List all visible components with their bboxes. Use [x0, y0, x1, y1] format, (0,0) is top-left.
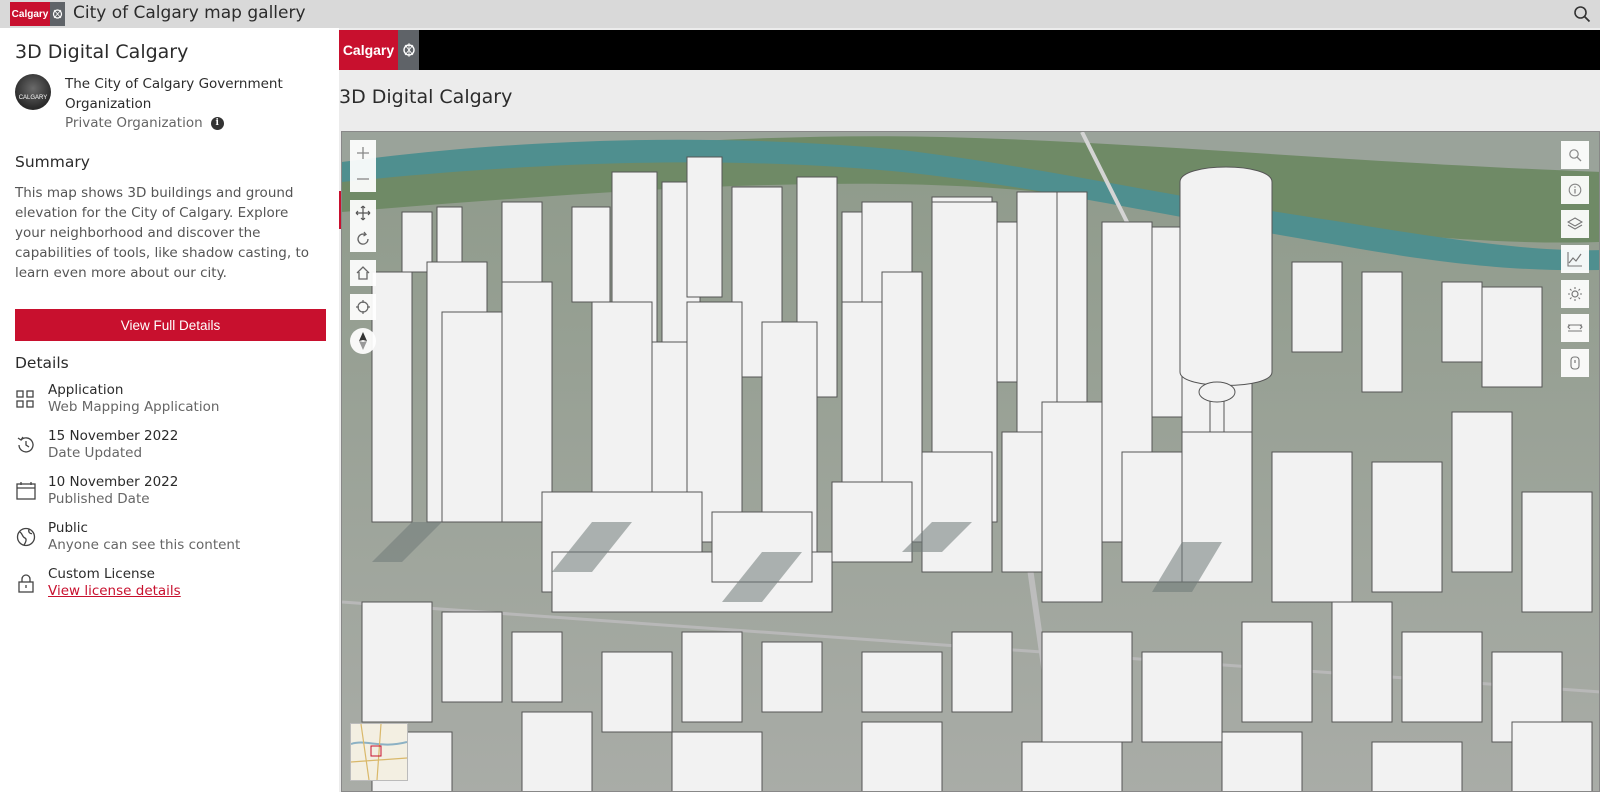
- search-icon[interactable]: [1573, 5, 1591, 23]
- owner-avatar[interactable]: CALGARY: [15, 74, 51, 110]
- zoom-in-icon[interactable]: [350, 140, 376, 166]
- slice-icon[interactable]: [1561, 349, 1589, 377]
- calgary-logo[interactable]: Calgary: [10, 2, 50, 26]
- elevation-profile-icon[interactable]: [1561, 245, 1589, 273]
- minimap-graphic: [350, 723, 408, 781]
- owner-type: Private Organization i: [65, 115, 224, 131]
- item-title: 3D Digital Calgary: [15, 41, 189, 63]
- pan-icon[interactable]: [350, 200, 376, 226]
- avatar-label: CALGARY: [18, 95, 48, 101]
- city-scene-graphic: [342, 132, 1599, 791]
- search-icon[interactable]: [1561, 141, 1589, 169]
- zoom-out-icon[interactable]: [350, 166, 376, 192]
- detail-label: Application: [48, 382, 124, 398]
- detail-label: Public: [48, 520, 88, 536]
- top-bar: Calgary City of Calgary map gallery: [0, 0, 1600, 28]
- locate-icon[interactable]: [350, 294, 376, 320]
- detail-item-license: Custom License View license details: [15, 566, 325, 602]
- app-header-bar: Calgary: [339, 30, 1600, 70]
- detail-sub: Date Updated: [48, 445, 143, 461]
- detail-item-access: Public Anyone can see this content: [15, 520, 325, 556]
- detail-label: 10 November 2022: [48, 474, 179, 490]
- detail-sub: Published Date: [48, 491, 150, 507]
- overview-minimap[interactable]: [350, 723, 408, 781]
- rotate-icon[interactable]: [350, 226, 376, 252]
- view-full-details-button[interactable]: View Full Details: [15, 309, 326, 341]
- app-calgary-logo[interactable]: Calgary: [339, 30, 398, 70]
- detail-label: 15 November 2022: [48, 428, 179, 444]
- home-icon[interactable]: [350, 260, 376, 286]
- gallery-title: City of Calgary map gallery: [73, 3, 306, 23]
- layers-icon[interactable]: [1561, 210, 1589, 238]
- history-icon: [15, 434, 37, 456]
- detail-item-updated: 15 November 2022 Date Updated: [15, 428, 325, 464]
- summary-text: This map shows 3D buildings and ground e…: [15, 185, 310, 281]
- owner-type-label: Private Organization: [65, 115, 203, 131]
- details-heading: Details: [15, 354, 69, 372]
- owner-name[interactable]: The City of Calgary Government Organizat…: [65, 74, 325, 114]
- summary-heading: Summary: [15, 153, 90, 171]
- info-icon[interactable]: i: [210, 116, 224, 130]
- grid-icon: [15, 388, 37, 410]
- measure-icon[interactable]: [1561, 314, 1589, 342]
- info-icon[interactable]: [1561, 176, 1589, 204]
- 3d-scene-view[interactable]: [341, 131, 1600, 792]
- compass-icon[interactable]: [350, 328, 376, 354]
- crest-icon: [398, 30, 419, 70]
- daylight-icon[interactable]: [1561, 280, 1589, 308]
- detail-item-published: 10 November 2022 Published Date: [15, 474, 325, 510]
- app-title: 3D Digital Calgary: [339, 86, 513, 108]
- detail-item-type: Application Web Mapping Application: [15, 382, 325, 418]
- lock-icon: [15, 572, 37, 594]
- detail-sub: Anyone can see this content: [48, 537, 241, 553]
- crest-icon: [50, 2, 65, 26]
- item-sidebar: 3D Digital Calgary CALGARY The City of C…: [0, 28, 339, 792]
- view-license-link[interactable]: View license details: [48, 583, 181, 599]
- detail-label: Custom License: [48, 566, 155, 582]
- detail-sub: Web Mapping Application: [48, 399, 220, 415]
- globe-icon: [15, 526, 37, 548]
- calendar-icon: [15, 480, 37, 502]
